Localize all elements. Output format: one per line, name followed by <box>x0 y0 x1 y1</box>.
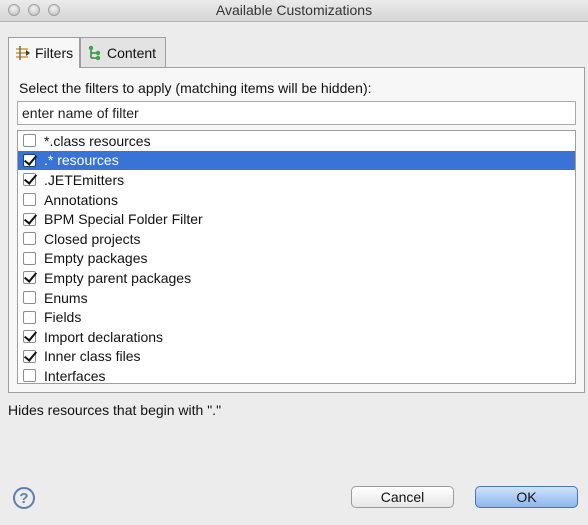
filter-checkbox[interactable] <box>23 232 36 246</box>
filter-checkbox[interactable] <box>23 173 36 187</box>
filter-list-item[interactable]: Fields <box>18 307 575 327</box>
filter-label: Interfaces <box>44 367 106 384</box>
filter-label: Enums <box>44 289 88 306</box>
filter-label: Closed projects <box>44 230 141 247</box>
filter-checkbox[interactable] <box>23 153 36 167</box>
filter-list-item[interactable]: Interfaces <box>18 366 575 384</box>
filter-description: Hides resources that begin with "." <box>8 402 222 418</box>
filter-label: *.class resources <box>44 132 151 149</box>
title-bar: Available Customizations <box>0 0 588 22</box>
filter-label: Fields <box>44 309 82 326</box>
filters-panel: Select the filters to apply (matching it… <box>8 67 585 393</box>
filter-list-item[interactable]: Inner class files <box>18 347 575 367</box>
filter-checkbox[interactable] <box>23 349 36 363</box>
tab-content[interactable]: Content <box>80 37 166 67</box>
filter-label: .* resources <box>44 152 119 169</box>
tab-filters-label: Filters <box>35 45 74 61</box>
window-title: Available Customizations <box>215 2 373 18</box>
filter-checkbox[interactable] <box>23 193 36 207</box>
filter-label: Empty packages <box>44 250 148 267</box>
filter-label: Import declarations <box>44 328 164 345</box>
filter-label: Inner class files <box>44 348 141 365</box>
filter-list-item[interactable]: Empty packages <box>18 249 575 269</box>
filter-checkbox[interactable] <box>23 271 36 285</box>
filters-prompt: Select the filters to apply (matching it… <box>19 80 372 96</box>
filter-checkbox[interactable] <box>23 291 36 305</box>
filter-list-item[interactable]: .* resources <box>18 150 575 171</box>
tab-filters[interactable]: Filters <box>8 37 80 68</box>
filter-list-item[interactable]: Enums <box>18 288 575 308</box>
filter-search-input[interactable] <box>17 101 576 125</box>
filter-icon <box>15 45 31 61</box>
filter-checkbox[interactable] <box>23 134 36 148</box>
filter-label: BPM Special Folder Filter <box>44 211 203 228</box>
filter-checkbox[interactable] <box>23 212 36 226</box>
tab-content-label: Content <box>107 44 157 61</box>
filter-list-item[interactable]: BPM Special Folder Filter <box>18 209 575 229</box>
filter-list-item[interactable]: *.class resources <box>18 131 575 151</box>
filter-list-item[interactable]: Closed projects <box>18 229 575 249</box>
filter-checkbox[interactable] <box>23 369 36 383</box>
filter-label: .JETEmitters <box>44 171 125 188</box>
filter-checkbox[interactable] <box>23 330 36 344</box>
help-icon[interactable]: ? <box>13 487 35 509</box>
filter-list-item[interactable]: .JETEmitters <box>18 170 575 190</box>
content-tree-icon <box>87 45 103 61</box>
filter-label: Annotations <box>44 191 118 208</box>
filter-label: Empty parent packages <box>44 269 192 286</box>
cancel-button[interactable]: Cancel <box>351 486 454 508</box>
filter-list-item[interactable]: Empty parent packages <box>18 268 575 288</box>
filter-list[interactable]: *.class resources .* resources .JETEmitter… <box>17 130 576 384</box>
ok-button[interactable]: OK <box>475 486 578 508</box>
filter-list-item[interactable]: Import declarations <box>18 327 575 347</box>
filter-list-item[interactable]: Annotations <box>18 190 575 210</box>
filter-checkbox[interactable] <box>23 310 36 324</box>
filter-checkbox[interactable] <box>23 251 36 265</box>
